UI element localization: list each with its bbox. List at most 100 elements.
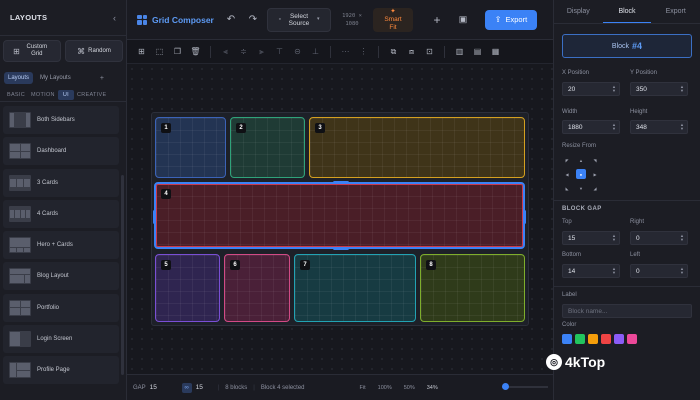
duplicate-icon[interactable]: ❐ <box>171 45 184 58</box>
split-icon[interactable]: ⧈ <box>405 45 418 58</box>
grid-block-3[interactable]: 3 <box>309 117 525 178</box>
align-top-icon[interactable]: ⊤ <box>273 45 286 58</box>
canvas-area[interactable]: 1 2 3 4 5 6 7 8 <box>127 64 553 374</box>
spinner-icon[interactable]: ▲ ▼ <box>612 123 616 131</box>
anchor-bottom-icon[interactable]: ▼ <box>576 183 586 193</box>
category-basic[interactable]: BASIC <box>4 92 28 98</box>
category-ui[interactable]: UI <box>57 89 74 100</box>
spinner-icon[interactable]: ▲ ▼ <box>612 85 616 93</box>
merge-icon[interactable]: ⧉ <box>387 45 400 58</box>
spinner-icon[interactable]: ▲ ▼ <box>680 85 684 93</box>
zoom-slider-knob[interactable] <box>502 383 509 390</box>
gap-left-input[interactable]: 0 ▲ ▼ <box>630 264 688 278</box>
tab-layouts[interactable]: Layouts <box>4 72 34 84</box>
gap-y-input[interactable]: 15 <box>196 384 212 391</box>
columns-icon[interactable]: ▥ <box>453 45 466 58</box>
rows-icon[interactable]: ▤ <box>471 45 484 58</box>
color-swatch[interactable] <box>575 334 585 344</box>
anchor-top-icon[interactable]: ▲ <box>576 155 586 165</box>
anchor-right-icon[interactable]: ▶ <box>590 169 600 179</box>
resize-handle-right[interactable] <box>523 210 526 224</box>
grid-block-2[interactable]: 2 <box>230 117 305 178</box>
layout-item-profile-page[interactable]: Profile Page <box>3 356 119 385</box>
chevron-left-icon[interactable]: ‹ <box>113 13 116 23</box>
color-swatch[interactable] <box>562 334 572 344</box>
grid-block-8[interactable]: 8 <box>420 254 525 322</box>
layout-item-blog-layout[interactable]: Blog Layout <box>3 262 119 291</box>
undo-icon[interactable]: ↶ <box>223 14 239 25</box>
layout-item-login-screen[interactable]: Login Screen <box>3 325 119 354</box>
align-left-icon[interactable]: ⫷ <box>219 45 232 58</box>
spinner-icon[interactable]: ▲ ▼ <box>680 267 684 275</box>
spinner-icon[interactable]: ▲ ▼ <box>680 234 684 242</box>
layout-item-4-cards[interactable]: 4 Cards <box>3 199 119 228</box>
resize-handle-bottom[interactable] <box>333 247 349 250</box>
anchor-center-icon[interactable]: ● <box>576 169 586 179</box>
zoom-100-button[interactable]: 100% <box>375 385 395 391</box>
gap-bottom-input[interactable]: 14 ▲ ▼ <box>562 264 620 278</box>
sidebar-scrollbar[interactable] <box>121 175 124 375</box>
y-position-input[interactable]: 350 ▲ ▼ <box>630 82 688 96</box>
anchor-top-left-icon[interactable]: ◤ <box>562 155 572 165</box>
spinner-icon[interactable]: ▲ ▼ <box>680 123 684 131</box>
layout-item-portfolio[interactable]: Portfolio <box>3 293 119 322</box>
zoom-slider[interactable] <box>502 383 548 390</box>
color-swatch[interactable] <box>614 334 624 344</box>
zoom-50-button[interactable]: 50% <box>401 385 418 391</box>
link-icon[interactable]: ∞ <box>181 382 192 393</box>
grid-block-5[interactable]: 5 <box>155 254 220 322</box>
select-source-button[interactable]: ▫ Select Source ▾ <box>267 7 331 32</box>
align-right-icon[interactable]: ⫸ <box>255 45 268 58</box>
spinner-icon[interactable]: ▲ ▼ <box>612 267 616 275</box>
color-swatch[interactable] <box>601 334 611 344</box>
gap-x-input[interactable]: 15 <box>150 384 178 391</box>
smart-fit-button[interactable]: ✦ Smart Fit <box>373 7 413 32</box>
tab-my-layouts[interactable]: My Layouts <box>36 72 75 84</box>
grid-board[interactable]: 1 2 3 4 5 6 7 8 <box>151 112 529 326</box>
x-position-input[interactable]: 20 ▲ ▼ <box>562 82 620 96</box>
grid-view-icon[interactable]: ▦ <box>489 45 502 58</box>
tab-display[interactable]: Display <box>554 0 603 23</box>
category-creative[interactable]: CREATIVE <box>74 92 110 98</box>
redo-icon[interactable]: ↷ <box>245 14 261 25</box>
anchor-top-right-icon[interactable]: ◥ <box>590 155 600 165</box>
resize-handle-top[interactable] <box>333 181 349 184</box>
color-swatch[interactable] <box>627 334 637 344</box>
color-swatch[interactable] <box>588 334 598 344</box>
width-input[interactable]: 1880 ▲ ▼ <box>562 120 620 134</box>
layout-item-hero-cards[interactable]: Hero + Cards <box>3 231 119 260</box>
align-middle-icon[interactable]: ⊝ <box>291 45 304 58</box>
grid-block-7[interactable]: 7 <box>294 254 416 322</box>
anchor-bottom-left-icon[interactable]: ◣ <box>562 183 572 193</box>
align-bottom-icon[interactable]: ⊥ <box>309 45 322 58</box>
tab-export[interactable]: Export <box>651 0 700 23</box>
custom-grid-button[interactable]: ⊞ Custom Grid <box>3 40 61 62</box>
distribute-horizontal-icon[interactable]: ⋯ <box>339 45 352 58</box>
zoom-fit-button[interactable]: Fit <box>357 385 369 391</box>
grid-block-4[interactable]: 4 <box>153 181 526 250</box>
align-center-icon[interactable]: ≑ <box>237 45 250 58</box>
distribute-vertical-icon[interactable]: ⋮ <box>357 45 370 58</box>
tab-block[interactable]: Block <box>602 0 652 23</box>
add-tab-button[interactable]: + <box>96 72 108 85</box>
resize-handle-left[interactable] <box>153 210 156 224</box>
category-motion[interactable]: MOTION <box>28 92 58 98</box>
add-icon[interactable]: + <box>429 13 445 27</box>
anchor-left-icon[interactable]: ◀ <box>562 169 572 179</box>
spinner-icon[interactable]: ▲ ▼ <box>612 234 616 242</box>
grid-block-1[interactable]: 1 <box>155 117 226 178</box>
gap-top-input[interactable]: 15 ▲ ▼ <box>562 231 620 245</box>
block-name-input[interactable]: Block name... <box>562 304 692 318</box>
add-block-icon[interactable]: ⊞ <box>135 45 148 58</box>
layout-item-both-sidebars[interactable]: Both Sidebars <box>3 106 119 134</box>
anchor-bottom-right-icon[interactable]: ◢ <box>590 183 600 193</box>
grid-block-6[interactable]: 6 <box>224 254 290 322</box>
height-input[interactable]: 348 ▲ ▼ <box>630 120 688 134</box>
select-all-icon[interactable]: ⬚ <box>153 45 166 58</box>
layout-item-dashboard[interactable]: Dashboard <box>3 137 119 166</box>
layout-item-3-cards[interactable]: 3 Cards <box>3 168 119 197</box>
fit-icon[interactable]: ⊡ <box>423 45 436 58</box>
save-icon[interactable]: ▣ <box>455 14 471 25</box>
random-button[interactable]: ⌘ Random <box>65 40 123 62</box>
export-button[interactable]: ⇪ Export <box>485 9 537 30</box>
